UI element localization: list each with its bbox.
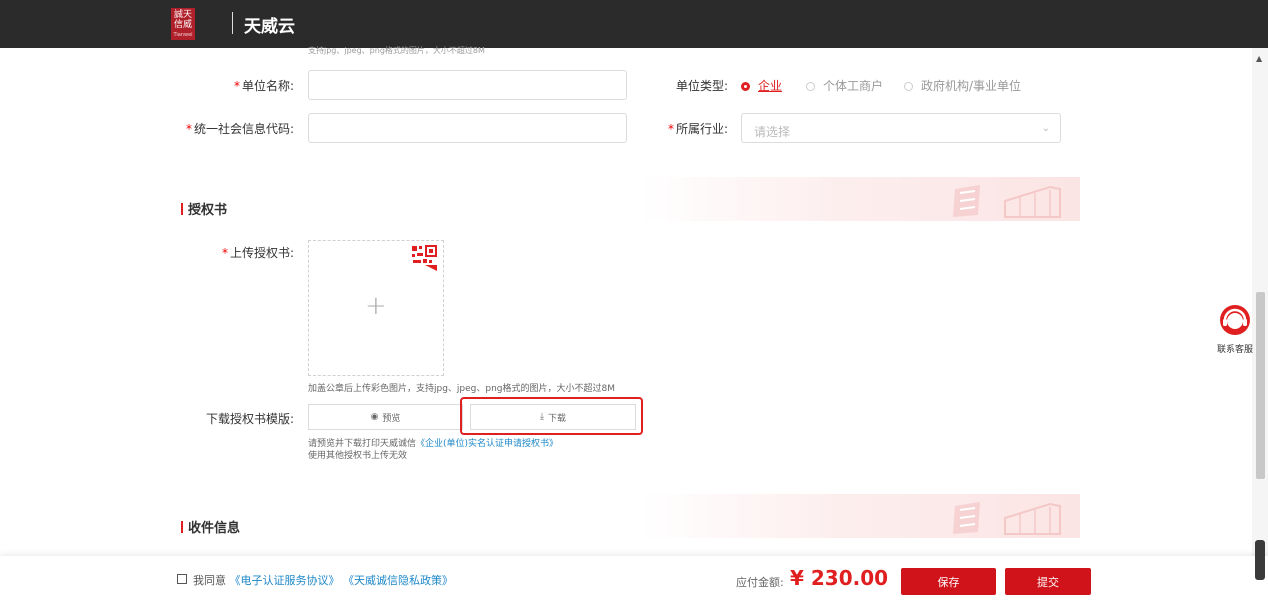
page-scrollbar[interactable]: ▲: [1252, 48, 1268, 556]
scroll-up-arrow-icon[interactable]: ▲: [1256, 54, 1262, 63]
industry-label: * 所属行业:: [660, 120, 728, 137]
industry-placeholder: 请选择: [754, 125, 791, 139]
eye-icon: ◉: [370, 412, 379, 422]
section-header-decoration: [640, 494, 1080, 538]
logo-tiny-text: Tianwei: [173, 32, 193, 38]
privacy-policy-link[interactable]: 《天威诚信隐私政策》: [343, 574, 453, 587]
required-mark: *: [233, 79, 240, 93]
unit-type-label: 单位类型:: [675, 79, 728, 93]
brand-name[interactable]: 天威云: [244, 12, 295, 37]
amount-value: ¥ 230.00: [790, 566, 889, 590]
agree-prefix: 我同意: [193, 574, 226, 587]
section-header-decoration: [640, 177, 1080, 221]
agreement-text: 我同意 《电子认证服务协议》 《天威诚信隐私政策》: [193, 572, 453, 588]
auth-upload-area[interactable]: +: [308, 240, 444, 376]
cutoff-hint-text: 支持jpg、jpeg、png格式的图片，大小不超过8M: [308, 46, 485, 55]
preview-button-label: 预览: [382, 413, 401, 424]
radio-label-government: 政府机构/事业单位: [921, 79, 1022, 93]
required-mark: *: [667, 122, 674, 136]
template-download-label: 下载授权书模版:: [205, 412, 294, 426]
credit-code-label: * 统一社会信息代码:: [160, 120, 294, 137]
upload-hint: 加盖公章后上传彩色图片，支持jpg、jpeg、png格式的图片，大小不超过8M: [308, 384, 616, 394]
amount-label: 应付金额:: [736, 576, 784, 589]
download-highlight-box: [460, 397, 643, 435]
chevron-down-icon: ⌄: [1041, 123, 1050, 134]
section-title-bar: [181, 521, 183, 533]
contact-service-label: 联系客服: [1216, 345, 1253, 355]
auth-section-title-text: 授权书: [188, 203, 228, 218]
shipping-section-title-text: 收件信息: [188, 521, 241, 536]
auth-section-title: 授权书: [181, 199, 227, 218]
credit-code-label-text: 统一社会信息代码:: [193, 122, 294, 136]
radio-label-enterprise: 企业: [758, 79, 783, 93]
plus-icon: +: [365, 291, 387, 321]
submit-button[interactable]: 提交: [1005, 568, 1091, 595]
template-note-line2: 使用其他授权书上传无效: [308, 451, 408, 461]
qr-code-icon: [412, 245, 437, 271]
decorative-pattern-icon: [953, 502, 1061, 535]
logo-divider: [232, 12, 233, 34]
preview-button[interactable]: ◉ 预览: [308, 404, 463, 430]
required-mark: *: [185, 122, 192, 136]
radio-label-individual: 个体工商户: [823, 79, 884, 93]
brand-logo[interactable]: 誠天信威 Tianwei: [171, 8, 195, 40]
save-button[interactable]: 保存: [901, 568, 996, 595]
unit-name-label: * 单位名称:: [200, 77, 294, 94]
radio-dot: [806, 82, 815, 91]
agree-checkbox[interactable]: [177, 574, 187, 584]
industry-label-text: 所属行业:: [675, 122, 728, 136]
service-agreement-link[interactable]: 《电子认证服务协议》: [230, 574, 340, 587]
side-edge-widget[interactable]: [1255, 540, 1265, 580]
upload-auth-label-text: 上传授权书:: [229, 246, 294, 260]
unit-type-radio-individual[interactable]: 个体工商户: [806, 77, 883, 94]
radio-dot-selected: [741, 82, 750, 91]
required-mark: *: [221, 246, 228, 260]
unit-name-input[interactable]: [308, 70, 627, 100]
top-nav-bar: 誠天信威 Tianwei 天威云: [0, 0, 1268, 48]
section-title-bar: [181, 203, 183, 215]
industry-select[interactable]: 请选择 ⌄: [741, 113, 1061, 143]
unit-type-radio-enterprise[interactable]: 企业: [741, 77, 782, 94]
headset-icon: [1220, 305, 1250, 335]
credit-code-input[interactable]: [308, 113, 627, 143]
contact-service-widget[interactable]: 联系客服: [1210, 303, 1260, 355]
radio-dot: [904, 82, 913, 91]
auth-letter-link[interactable]: 《企业(单位)实名认证申请授权书》: [416, 439, 558, 449]
decorative-pattern-icon: [953, 185, 1061, 218]
unit-name-label-text: 单位名称:: [241, 79, 294, 93]
logo-chars: 誠天信威: [173, 10, 192, 30]
unit-type-radio-government[interactable]: 政府机构/事业单位: [904, 77, 1021, 94]
upload-auth-label: * 上传授权书:: [200, 244, 294, 261]
shipping-section-title: 收件信息: [181, 517, 240, 536]
